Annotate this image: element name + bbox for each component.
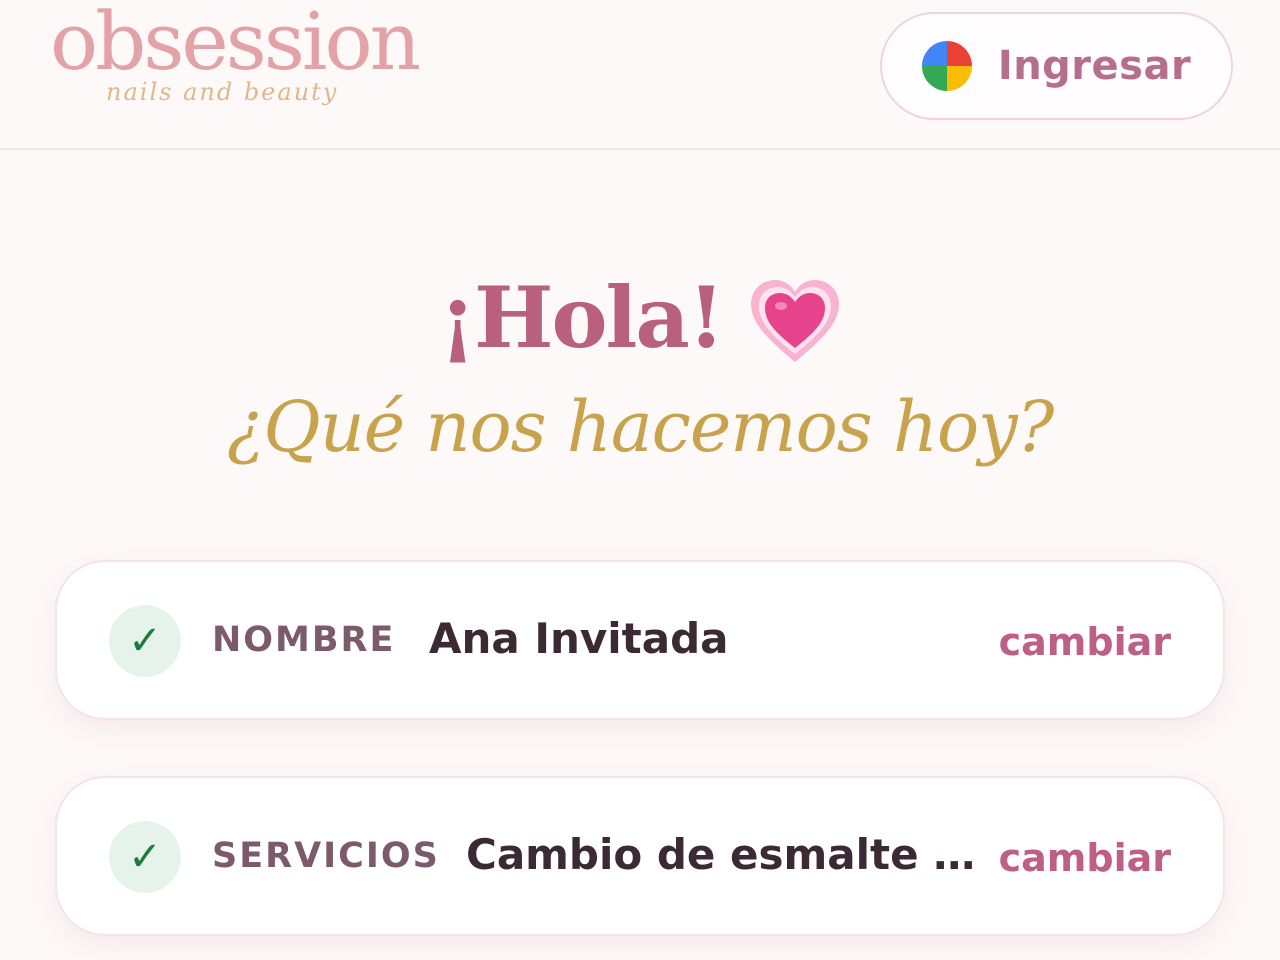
name-label: NOMBRE	[212, 620, 396, 660]
top-bar: obsession nails and beauty Ingresar	[0, 0, 1280, 150]
logo-wordmark: obsession	[50, 0, 421, 88]
change-services-link[interactable]: cambiar	[999, 836, 1171, 880]
services-label: SERVICIOS	[212, 836, 440, 876]
logo-tagline: nails and beauty	[106, 78, 339, 106]
greeting-row: ¡Hola!	[0, 268, 1280, 367]
brand-logo[interactable]: obsession nails and beauty	[50, 0, 430, 140]
google-g-icon	[921, 41, 972, 91]
login-label: Ingresar	[997, 43, 1192, 89]
check-icon: ✓	[109, 821, 181, 893]
services-value: Cambio de esmalte t…	[466, 830, 986, 879]
greeting-title: ¡Hola!	[439, 268, 724, 367]
check-icon: ✓	[109, 605, 181, 677]
growing-heart-icon	[750, 279, 839, 362]
google-login-button[interactable]: Ingresar	[880, 12, 1233, 120]
change-name-link[interactable]: cambiar	[999, 620, 1171, 664]
name-value: Ana Invitada	[429, 614, 729, 663]
greeting-subtitle: ¿Qué nos hacemos hoy?	[226, 386, 1055, 468]
summary-card-name: ✓ NOMBRE Ana Invitada cambiar	[55, 560, 1225, 720]
summary-card-services: ✓ SERVICIOS Cambio de esmalte t… cambiar	[55, 776, 1225, 936]
